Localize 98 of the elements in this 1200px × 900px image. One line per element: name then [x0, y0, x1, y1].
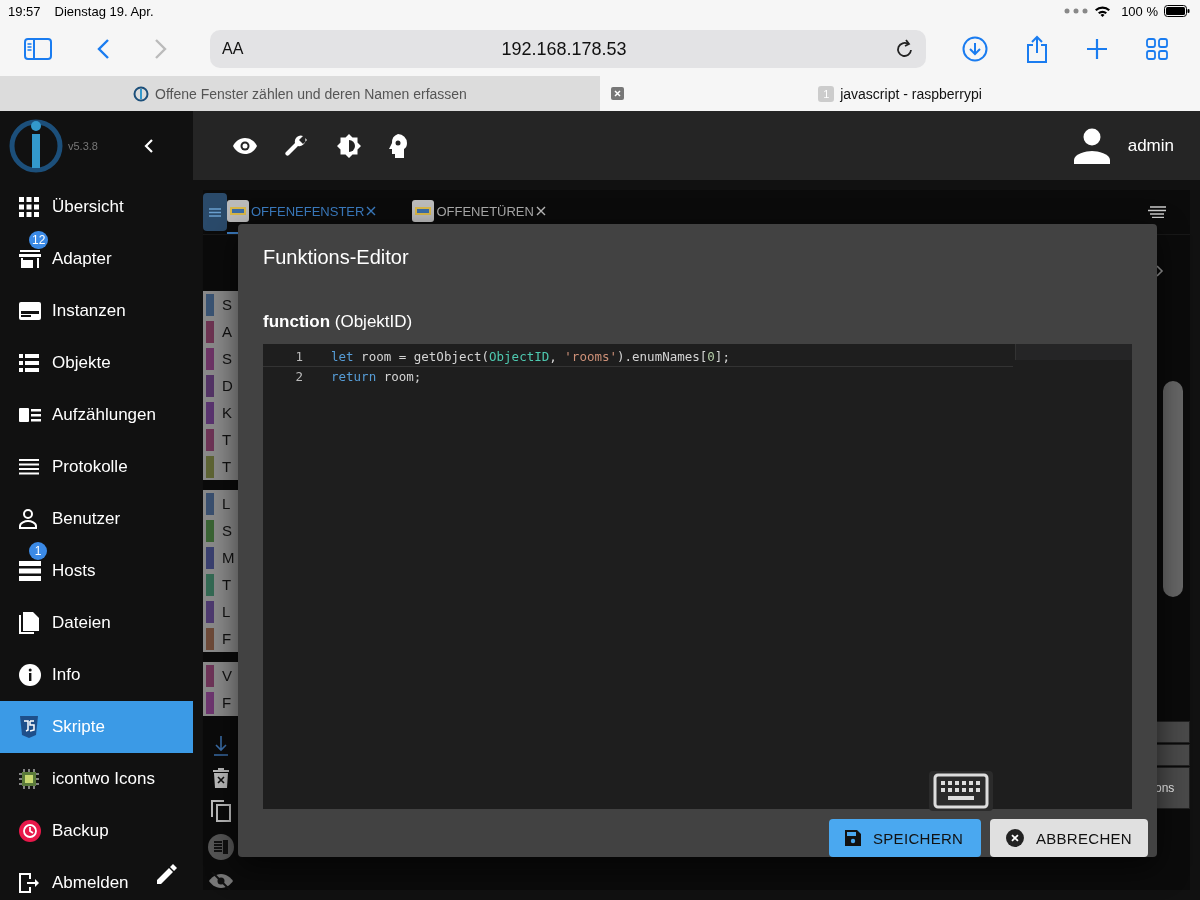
save-icon	[845, 830, 861, 846]
logout-icon	[19, 873, 39, 893]
wrench-icon[interactable]	[285, 133, 309, 158]
close-icon[interactable]	[366, 206, 377, 216]
sidebar-item[interactable]: Protokolle	[0, 441, 193, 493]
sidebar-item[interactable]: Instanzen	[0, 285, 193, 337]
files-icon	[19, 612, 39, 634]
code-line: let room = getObject(ObjectID, 'rooms').enumNames[0];	[331, 348, 730, 364]
sidebar-item[interactable]: Übersicht	[0, 181, 193, 233]
address-text: 192.168.178.53	[500, 38, 628, 60]
info-icon	[19, 664, 41, 686]
close-icon[interactable]	[535, 206, 546, 216]
collapse-icon[interactable]	[143, 138, 154, 154]
back-icon[interactable]	[96, 38, 110, 60]
script-name[interactable]: T	[222, 576, 232, 593]
status-date: Dienstag 19. Apr.	[54, 3, 155, 19]
download-icon[interactable]	[962, 36, 988, 62]
sort-icon[interactable]	[1148, 206, 1166, 218]
grid-icon	[19, 197, 39, 217]
cancel-icon	[1006, 829, 1024, 847]
script-name[interactable]: L	[222, 603, 231, 620]
copy-icon[interactable]	[211, 800, 231, 822]
scrollbar[interactable]	[1163, 381, 1183, 597]
cancel-button[interactable]: ABBRECHEN	[990, 819, 1148, 857]
battery-level: 100 %	[1121, 3, 1158, 19]
dialog-title: Funktions-Editor	[263, 245, 410, 270]
person-icon	[19, 509, 37, 529]
server-icon	[19, 561, 41, 581]
edit-icon[interactable]	[157, 864, 177, 884]
wifi-icon	[1094, 5, 1112, 17]
chevron-icon[interactable]	[1156, 265, 1164, 277]
script-name[interactable]: T	[222, 431, 232, 448]
count-badge: 1	[29, 542, 47, 560]
sidebar-item[interactable]: Aufzählungen	[0, 389, 193, 441]
script-name[interactable]: A	[222, 323, 232, 340]
status-time: 19:57	[8, 3, 41, 19]
function-signature: function (ObjektID)	[263, 311, 414, 332]
lines-icon	[19, 459, 39, 475]
sidebar-item[interactable]: icontwo Icons	[0, 753, 193, 805]
user-icon[interactable]	[1073, 127, 1110, 164]
eye-icon[interactable]	[233, 137, 257, 154]
blockly-icon	[412, 200, 435, 222]
count-badge: 12	[29, 231, 49, 249]
share-icon[interactable]	[1026, 35, 1048, 63]
script-name[interactable]: F	[222, 630, 232, 647]
card-icon	[19, 302, 41, 320]
sidebar-item[interactable]: Objekte	[0, 337, 193, 389]
script-name[interactable]: D	[222, 377, 233, 394]
sidebar-item[interactable]: Abmelden	[0, 857, 193, 900]
brightness-icon[interactable]	[337, 133, 361, 158]
logo-icon	[8, 118, 64, 174]
address-field[interactable]: AA 192.168.178.53	[210, 30, 926, 68]
list-icon	[19, 354, 39, 372]
backup-icon	[19, 820, 41, 842]
script-name[interactable]: V	[222, 667, 232, 684]
script-name[interactable]: K	[222, 404, 232, 421]
logo-icon	[133, 85, 150, 102]
reload-icon[interactable]	[896, 39, 914, 59]
code-line: return room;	[331, 368, 422, 384]
user-name[interactable]: admin	[1127, 135, 1174, 156]
line-number: 1	[294, 348, 303, 364]
sidebar-icon[interactable]	[24, 38, 52, 60]
chip-icon	[19, 769, 39, 789]
columns-icon[interactable]	[208, 834, 234, 860]
script-name[interactable]: S	[222, 350, 232, 367]
blockly-icon	[227, 200, 249, 222]
trash-icon[interactable]	[213, 768, 229, 788]
script-name[interactable]: S	[222, 522, 232, 539]
hidden-icon[interactable]	[209, 872, 233, 890]
head-icon[interactable]	[389, 133, 409, 158]
script-name[interactable]: S	[222, 296, 232, 313]
sidebar-item[interactable]: Info	[0, 649, 193, 701]
store-icon	[19, 250, 41, 268]
script-name[interactable]: T	[222, 458, 232, 475]
code-editor[interactable]: 1 let room = getObject(ObjectID, 'rooms').enumNames[0]; 2 return room;	[263, 343, 1132, 809]
script-name[interactable]: F	[222, 694, 232, 711]
more-icon[interactable]	[1064, 8, 1089, 14]
menu-icon[interactable]	[203, 193, 227, 231]
script-name[interactable]: L	[222, 495, 231, 512]
sidebar-item[interactable]: Backup	[0, 805, 193, 857]
battery-icon	[1164, 5, 1190, 17]
browser-tab[interactable]: Offene Fenster zählen und deren Namen erfassen	[0, 76, 600, 111]
version-label: v5.3.8	[68, 140, 98, 152]
tabs-icon[interactable]	[1146, 38, 1168, 60]
plus-icon[interactable]	[1086, 38, 1108, 60]
js-icon	[19, 716, 39, 738]
script-tab[interactable]: OFFENETÜREN	[412, 190, 560, 234]
enum-icon	[19, 408, 41, 422]
close-icon[interactable]	[611, 87, 624, 100]
sidebar-item[interactable]: Dateien	[0, 597, 193, 649]
sidebar-item[interactable]: 1 Hosts	[0, 545, 193, 597]
text-size-button[interactable]: AA	[222, 40, 262, 58]
keyboard-icon[interactable]	[929, 771, 993, 811]
sidebar-item[interactable]: 12 Adapter	[0, 233, 193, 285]
line-number: 2	[294, 368, 303, 384]
save-button[interactable]: SPEICHERN	[829, 819, 981, 857]
download-icon[interactable]	[214, 736, 228, 756]
sidebar-item[interactable]: Benutzer	[0, 493, 193, 545]
